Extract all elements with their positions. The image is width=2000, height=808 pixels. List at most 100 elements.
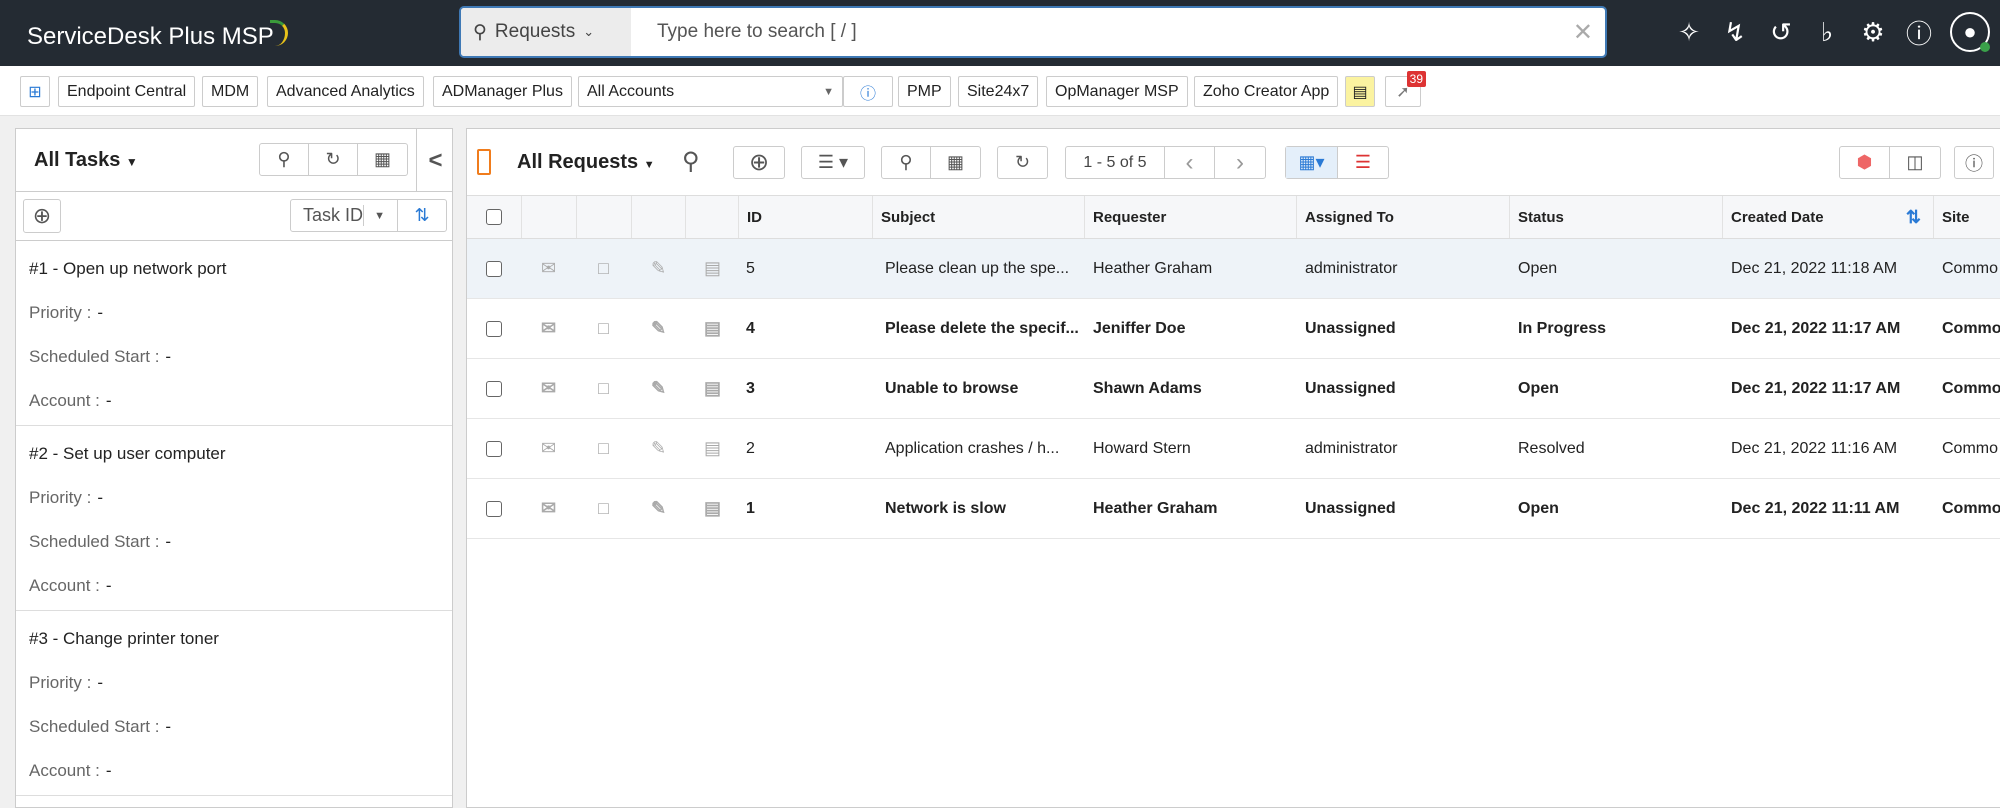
tasks-view-select[interactable]: All Tasks ▼ <box>34 149 138 172</box>
cell-created-date: Dec 21, 2022 11:17 AM <box>1731 319 1901 337</box>
announcements-button[interactable]: ➚ 39 <box>1385 71 1426 107</box>
row-checkbox[interactable] <box>486 320 502 337</box>
mdm-button[interactable]: MDM <box>202 76 259 107</box>
task-title[interactable]: #1 - Open up network port <box>29 259 452 279</box>
new-request-icon[interactable]: ⊞ <box>20 76 50 107</box>
select-all-checkbox[interactable] <box>486 209 502 225</box>
admanager-plus-button[interactable]: ADManager Plus <box>433 76 572 107</box>
app-logo[interactable]: ServiceDesk Plus MSP <box>27 20 288 51</box>
column-header-created-date[interactable]: Created Date ⇅ <box>1722 196 1933 238</box>
task-item[interactable]: #3 - Change printer toner Priority :- Sc… <box>16 611 452 796</box>
clear-search-icon[interactable]: ✕ <box>1573 18 1593 47</box>
app-title: ServiceDesk Plus MSP <box>27 23 274 50</box>
help-button[interactable]: ⓘ <box>1955 147 1993 178</box>
search-requests-button[interactable]: ⚲ <box>882 147 931 178</box>
pmp-button[interactable]: PMP <box>898 76 951 107</box>
next-page-button[interactable]: › <box>1215 147 1265 178</box>
envelope-icon[interactable]: ✉ <box>541 378 556 399</box>
row-checkbox[interactable] <box>486 260 502 277</box>
edit-icon[interactable]: ✎ <box>651 438 666 459</box>
list-view-button[interactable]: ☰ <box>1338 147 1388 178</box>
advanced-analytics-button[interactable]: Advanced Analytics <box>267 76 424 107</box>
zoho-creator-app-button[interactable]: Zoho Creator App <box>1194 76 1339 107</box>
clipboard-icon[interactable]: ▤ <box>1345 76 1375 107</box>
add-note-icon[interactable]: □ <box>598 498 609 519</box>
color-legend-button[interactable]: ⬢ <box>1840 147 1890 178</box>
task-item[interactable]: #1 - Open up network port Priority :- Sc… <box>16 241 452 426</box>
lightning-icon[interactable]: ↯ <box>1720 17 1750 48</box>
search-module-select[interactable]: ⚲ Requests ⌄ <box>461 8 631 56</box>
endpoint-central-button[interactable]: Endpoint Central <box>58 76 196 107</box>
add-note-icon[interactable]: □ <box>598 258 609 279</box>
site24x7-button[interactable]: Site24x7 <box>958 76 1039 107</box>
envelope-icon[interactable]: ✉ <box>541 258 556 279</box>
row-checkbox[interactable] <box>486 380 502 397</box>
gear-icon[interactable]: ⚙ <box>1858 17 1888 48</box>
tools-icon[interactable]: ✧ <box>1674 17 1704 48</box>
add-task-button[interactable]: ⊕ <box>24 200 60 232</box>
previous-page-button[interactable]: ‹ <box>1165 147 1215 178</box>
avatar[interactable]: ● <box>1950 12 1990 52</box>
request-view-select[interactable]: All Requests ▼ <box>517 151 655 174</box>
edit-icon[interactable]: ✎ <box>651 498 666 519</box>
task-item[interactable]: #2 - Set up user computer Priority :- Sc… <box>16 426 452 611</box>
account-info-icon[interactable]: ⓘ <box>843 76 893 107</box>
column-header-subject[interactable]: Subject <box>872 196 1084 238</box>
grid-view-button[interactable]: ▦▾ <box>1286 147 1338 178</box>
document-icon[interactable]: ▤ <box>704 318 721 339</box>
add-note-icon[interactable]: □ <box>598 318 609 339</box>
cell-subject[interactable]: Please delete the specif... <box>885 299 1087 358</box>
column-chooser-button[interactable]: ▦ <box>931 147 980 178</box>
add-note-icon[interactable]: □ <box>598 378 609 399</box>
history-icon[interactable]: ↺ <box>1766 17 1796 48</box>
actions-menu-button[interactable]: ☰ ▾ <box>802 147 864 178</box>
document-icon[interactable]: ▤ <box>704 258 721 279</box>
envelope-icon[interactable]: ✉ <box>541 498 556 519</box>
column-header-assigned-to[interactable]: Assigned To <box>1296 196 1509 238</box>
account-select[interactable]: All Accounts ▼ <box>578 76 843 107</box>
edit-icon[interactable]: ✎ <box>651 258 666 279</box>
sort-order-button[interactable]: ⇅ <box>398 200 446 231</box>
column-header-status[interactable]: Status <box>1509 196 1722 238</box>
refresh-button[interactable]: ↻ <box>998 147 1047 178</box>
envelope-icon[interactable]: ✉ <box>541 318 556 339</box>
table-row[interactable]: ✉ □ ✎ ▤ 1 Network is slow Heather Graham Unassi… <box>467 479 2000 539</box>
integration-toolbar: ⊞ Endpoint Central MDM Advanced Analytic… <box>0 66 2000 116</box>
table-row[interactable]: ✉ □ ✎ ▤ 3 Unable to browse Shawn Adams Unassign… <box>467 359 2000 419</box>
column-header-requester[interactable]: Requester <box>1084 196 1296 238</box>
task-columns-button[interactable]: ▦ <box>358 144 407 175</box>
task-sort-select[interactable]: Task ID ▼ <box>291 200 398 231</box>
pagination-info: 1 - 5 of 5 <box>1066 147 1165 178</box>
column-header-id[interactable]: ID <box>738 196 872 238</box>
task-title[interactable]: #2 - Set up user computer <box>29 444 452 464</box>
collapse-panel-button[interactable]: < <box>416 129 454 192</box>
new-request-button[interactable]: ⊕ <box>734 147 784 178</box>
edit-icon[interactable]: ✎ <box>651 318 666 339</box>
opmanager-msp-button[interactable]: OpManager MSP <box>1046 76 1188 107</box>
table-row[interactable]: ✉ □ ✎ ▤ 2 Application crashes / h... Howard St… <box>467 419 2000 479</box>
edit-icon[interactable]: ✎ <box>651 378 666 399</box>
task-search-button[interactable]: ⚲ <box>260 144 309 175</box>
envelope-icon[interactable]: ✉ <box>541 438 556 459</box>
task-title[interactable]: #3 - Change printer toner <box>29 629 452 649</box>
add-note-icon[interactable]: □ <box>598 438 609 459</box>
document-icon[interactable]: ▤ <box>704 498 721 519</box>
search-input[interactable]: Type here to search [ / ] <box>657 21 857 43</box>
table-row[interactable]: ✉ □ ✎ ▤ 5 Please clean up the spe... Heather G… <box>467 239 2000 299</box>
row-checkbox[interactable] <box>486 440 502 457</box>
cell-subject[interactable]: Application crashes / h... <box>885 419 1087 478</box>
bell-icon[interactable]: ♭ <box>1812 17 1842 48</box>
sort-desc-icon[interactable]: ⇅ <box>1906 207 1921 228</box>
search-filter-icon[interactable]: ⚲ <box>682 147 700 176</box>
column-header-site[interactable]: Site <box>1933 196 2000 238</box>
row-checkbox[interactable] <box>486 500 502 517</box>
cell-subject[interactable]: Please clean up the spe... <box>885 239 1087 298</box>
table-row[interactable]: ✉ □ ✎ ▤ 4 Please delete the specif... Jeniffer… <box>467 299 2000 359</box>
document-icon[interactable]: ▤ <box>704 378 721 399</box>
document-icon[interactable]: ▤ <box>704 438 721 459</box>
layout-settings-button[interactable]: ◫ <box>1890 147 1940 178</box>
cell-subject[interactable]: Network is slow <box>885 479 1087 538</box>
task-refresh-button[interactable]: ↻ <box>309 144 358 175</box>
cell-subject[interactable]: Unable to browse <box>885 359 1087 418</box>
help-icon[interactable]: ⓘ <box>1904 14 1934 51</box>
